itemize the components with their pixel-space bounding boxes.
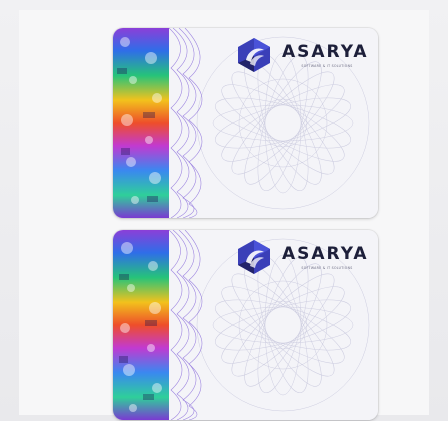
brand-name: ASARYA	[282, 42, 369, 62]
logo-lockup: ASARYA SOFTWARE & IT SOLUTIONS	[236, 238, 372, 278]
hologram-strip	[113, 28, 169, 218]
brand-name: ASARYA	[282, 244, 369, 264]
id-card-front: ASARYA SOFTWARE & IT SOLUTIONS	[113, 28, 378, 218]
photo-background: ASARYA SOFTWARE & IT SOLUTIONS ASARYA SO…	[0, 0, 448, 421]
logo-lockup: ASARYA SOFTWARE & IT SOLUTIONS	[236, 36, 372, 76]
brand-tagline: SOFTWARE & IT SOLUTIONS	[301, 64, 353, 68]
brand-tagline: SOFTWARE & IT SOLUTIONS	[301, 266, 353, 270]
asarya-logo-icon	[238, 38, 270, 72]
id-card-back: ASARYA SOFTWARE & IT SOLUTIONS	[113, 230, 378, 420]
asarya-logo-icon	[238, 240, 270, 274]
hologram-strip	[113, 230, 169, 420]
product-panel: ASARYA SOFTWARE & IT SOLUTIONS ASARYA SO…	[19, 10, 429, 420]
